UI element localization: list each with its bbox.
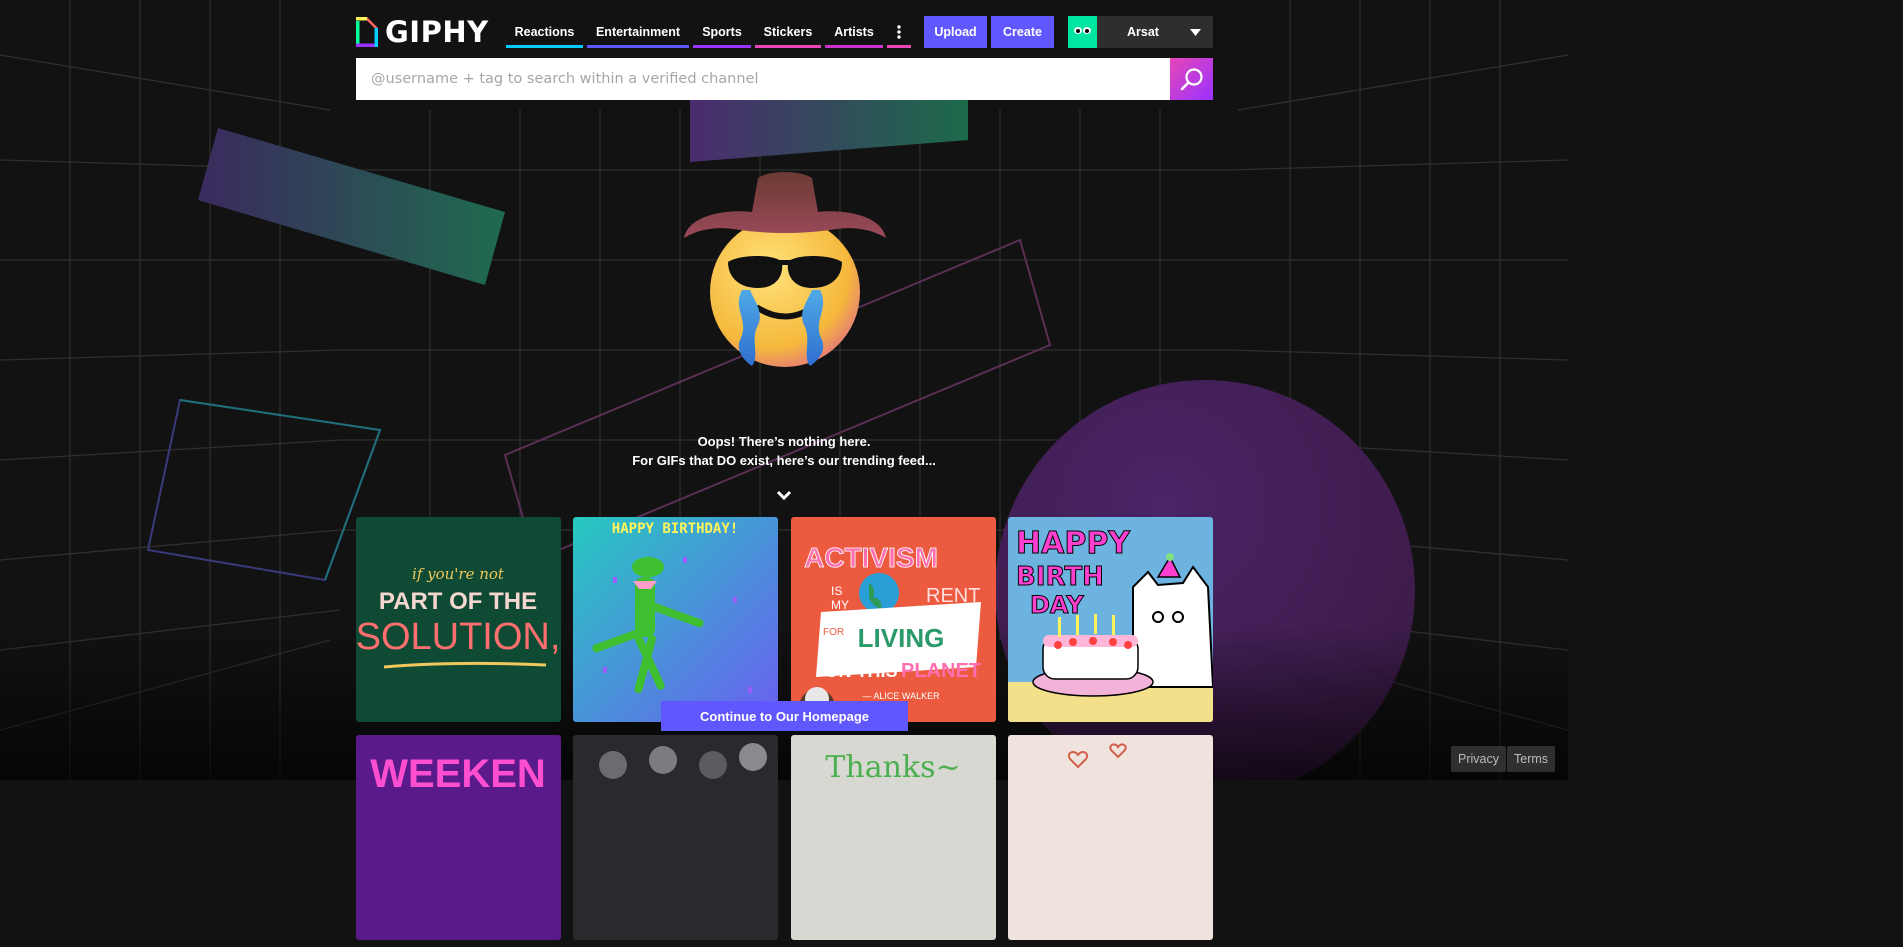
nav-stickers[interactable]: Stickers xyxy=(753,16,823,48)
tile-text: LIVING xyxy=(858,623,945,653)
giphy-logo-mark-icon xyxy=(356,17,378,47)
nav-sports[interactable]: Sports xyxy=(691,16,753,48)
avatar xyxy=(1068,16,1097,48)
tile-text: PART OF THE xyxy=(379,588,537,615)
tile-text: BIRTH xyxy=(1016,562,1104,592)
tile-text: PLANET xyxy=(901,660,981,682)
gif-tile-weekend[interactable]: WEEKEN xyxy=(356,735,561,940)
tile-text: if you're not xyxy=(412,565,505,583)
tile-text: SOLUTION, xyxy=(356,616,560,658)
more-vertical-icon[interactable] xyxy=(885,16,913,48)
tile-text: ACTIVISM xyxy=(804,542,938,573)
nav-artists[interactable]: Artists xyxy=(823,16,885,48)
search-icon[interactable] xyxy=(1170,58,1213,100)
search-input[interactable] xyxy=(356,58,1170,100)
terms-link[interactable]: Terms xyxy=(1507,746,1556,772)
privacy-link[interactable]: Privacy xyxy=(1451,746,1506,772)
upload-button[interactable]: Upload xyxy=(924,16,987,48)
tile-text: — ALICE WALKER xyxy=(862,691,940,701)
gif-tile-crowd[interactable] xyxy=(573,735,778,940)
tile-text: HAPPY xyxy=(1016,526,1131,561)
gif-tile-hearts[interactable] xyxy=(1008,735,1213,940)
nav-reactions[interactable]: Reactions xyxy=(504,16,585,48)
username: Arsat xyxy=(1127,25,1159,39)
gif-tile-thanks[interactable]: Thanks~ xyxy=(791,735,996,940)
chevron-down-icon xyxy=(1177,16,1213,48)
user-menu[interactable]: Arsat xyxy=(1068,16,1213,48)
not-found-title: Oops! There’s nothing here. xyxy=(697,434,871,449)
giphy-wordmark: GIPHY xyxy=(385,15,489,49)
tile-text: MY xyxy=(831,598,849,612)
tile-text: ON THIS xyxy=(824,661,897,681)
gif-tile-activism[interactable]: ACTIVISM IS MY RENT FOR LIVING ON THIS P… xyxy=(791,517,996,722)
tile-text: IS xyxy=(831,584,842,598)
not-found-message: Oops! There’s nothing here. For GIFs tha… xyxy=(0,432,1568,470)
tile-text: HAPPY BIRTHDAY! xyxy=(612,521,738,537)
search-bar xyxy=(356,58,1213,100)
tile-text: FOR xyxy=(823,627,844,638)
nav-entertainment[interactable]: Entertainment xyxy=(585,16,691,48)
background-decoration xyxy=(0,0,1568,780)
chevron-down-icon xyxy=(776,488,792,501)
gif-tile-solution[interactable]: if you're not PART OF THE SOLUTION, xyxy=(356,517,561,722)
create-button[interactable]: Create xyxy=(991,16,1054,48)
gif-tile-happy-birthday-cat[interactable]: HAPPY BIRTH DAY xyxy=(1008,517,1213,722)
tile-text: WEEKEN xyxy=(370,752,546,796)
tile-text: DAY xyxy=(1030,591,1084,619)
not-found-subtitle: For GIFs that DO exist, here’s our trend… xyxy=(632,453,936,468)
giphy-logo[interactable]: GIPHY xyxy=(356,16,489,48)
gif-tile-birthday-frog[interactable]: HAPPY BIRTHDAY! xyxy=(573,517,778,722)
continue-homepage-button[interactable]: Continue to Our Homepage xyxy=(661,701,908,731)
tile-text: Thanks~ xyxy=(825,750,960,785)
main-nav: Reactions Entertainment Sports Stickers … xyxy=(504,16,913,48)
cowboy-crying-emoji-illustration xyxy=(680,170,890,370)
top-header: GIPHY Reactions Entertainment Sports Sti… xyxy=(356,16,1213,48)
